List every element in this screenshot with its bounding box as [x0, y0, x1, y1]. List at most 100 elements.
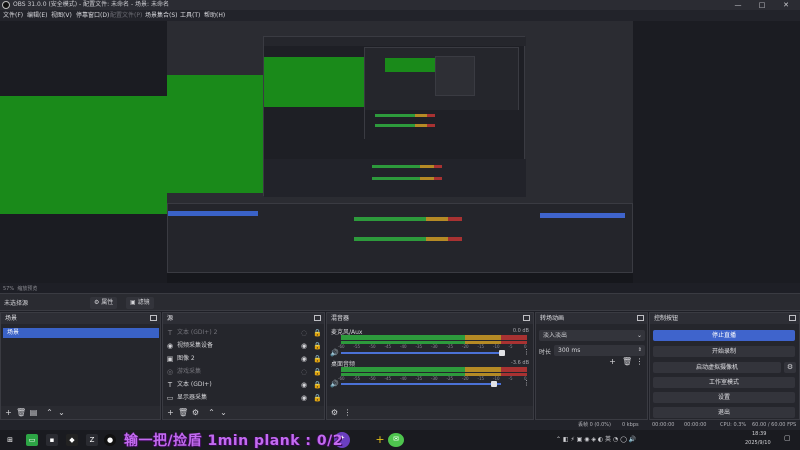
source-toolbar: 未选择源 ⚙ 属性 ▣ 滤镜	[0, 293, 800, 311]
properties-button[interactable]: ⚙ 属性	[90, 297, 118, 309]
mixer-menu-icon[interactable]: ⋮	[523, 348, 530, 356]
menu-scene-collection[interactable]: 场景集合(S)	[145, 10, 178, 21]
source-item-text[interactable]: T 文本 (GDI+) ◉ 🔒	[165, 379, 324, 391]
windows-start-icon[interactable]: ⊞	[4, 434, 16, 446]
lock-icon[interactable]: 🔒	[313, 392, 322, 404]
menu-docks[interactable]: 停靠窗口(D)	[76, 10, 109, 21]
window-title: OBS 31.0.0 (安全模式) - 配置文件: 未命名 - 场景: 未命名	[13, 1, 169, 8]
exit-button[interactable]: 退出	[653, 407, 795, 418]
move-down-icon[interactable]: ⌄	[219, 408, 228, 417]
menu-bar: 文件(F) 编辑(E) 视图(V) 停靠窗口(D) 配置文件(P) 场景集合(S…	[0, 10, 800, 21]
source-item-camera[interactable]: ◉ 视频采集设备 ◉ 🔒	[165, 340, 324, 352]
speaker-icon[interactable]: 🔊	[330, 349, 339, 357]
minimize-button[interactable]: —	[728, 0, 748, 10]
undock-icon[interactable]	[637, 315, 644, 321]
app-icon[interactable]: ▭	[26, 434, 38, 446]
mixer-tick-label: -5	[508, 344, 513, 349]
settings-button[interactable]: 设置	[653, 392, 795, 403]
menu-view[interactable]: 视图(V)	[51, 10, 72, 21]
gear-icon[interactable]: ⚙	[330, 408, 339, 417]
transitions-header: 转场动画	[536, 313, 647, 324]
source-item-text-2[interactable]: T 文本 (GDI+) 2 ◌ 🔒	[165, 327, 324, 339]
trash-icon[interactable]: 🗑	[622, 357, 632, 366]
undock-icon[interactable]	[523, 315, 530, 321]
maximize-button[interactable]: □	[752, 0, 772, 10]
mixer-channel-desktop-db: -3.6 dB	[511, 360, 529, 366]
stepper-icon[interactable]: ⇕	[638, 345, 642, 356]
add-icon[interactable]: +	[166, 408, 175, 417]
menu-file[interactable]: 文件(F)	[3, 10, 23, 21]
undock-icon[interactable]	[789, 315, 796, 321]
mixer-dock: 混音器 麦克风/Aux 0.0 dB -60 -55 -50 -45 -40 -35 -30…	[326, 312, 534, 420]
sources-dock: 源 T 文本 (GDI+) 2 ◌ 🔒 ◉ 视频采集设备 ◉ 🔒 ▣ 图像 2 …	[162, 312, 325, 420]
stop-stream-button[interactable]: 停止直播	[653, 330, 795, 341]
eye-icon[interactable]: ◉	[301, 392, 307, 404]
mixer-tick-label: -40	[400, 344, 407, 349]
menu-help[interactable]: 帮助(H)	[204, 10, 225, 21]
duration-label: 时长	[539, 349, 552, 356]
mic-volume-slider[interactable]	[341, 352, 501, 354]
scenes-header: 场景	[1, 313, 160, 324]
menu-profile[interactable]: 配置文件(P)	[110, 10, 142, 21]
source-item-display-capture[interactable]: ▭ 显示器采集 ◉ 🔒	[165, 392, 324, 404]
notification-icon[interactable]: ▢	[784, 434, 791, 442]
app-icon[interactable]: Z	[86, 434, 98, 446]
desktop-tick-row: -60 -55 -50 -45 -40 -35 -30 -25 -20 -15 -10 -5 0	[338, 376, 527, 381]
preview-canvas[interactable]	[167, 21, 633, 283]
mixer-menu-icon[interactable]: ⋮	[523, 379, 530, 387]
cpu-usage: CPU: 0.3%	[720, 422, 747, 428]
mixer-tick-label: -20	[462, 376, 469, 381]
scene-item[interactable]: 场景	[3, 328, 159, 338]
gear-icon[interactable]: ⚙	[784, 362, 796, 373]
menu-edit[interactable]: 编辑(E)	[27, 10, 47, 21]
mixer-tick-label: -55	[353, 376, 361, 381]
preview-area[interactable]	[0, 21, 800, 283]
speaker-icon[interactable]: 🔊	[330, 380, 339, 388]
add-icon[interactable]: +	[608, 357, 617, 366]
add-icon[interactable]: +	[4, 408, 13, 417]
move-down-icon[interactable]: ⌄	[57, 408, 66, 417]
lock-icon[interactable]: 🔒	[313, 366, 322, 378]
eye-hidden-icon[interactable]: ◌	[301, 366, 307, 378]
filter-icon[interactable]: ▤	[29, 408, 38, 417]
trash-icon[interactable]: 🗑	[16, 408, 26, 417]
eye-icon[interactable]: ◉	[301, 340, 307, 352]
lock-icon[interactable]: 🔒	[313, 340, 322, 352]
menu-tools[interactable]: 工具(T)	[180, 10, 200, 21]
duration-input[interactable]: 300 ms ⇕	[554, 345, 645, 356]
lock-icon[interactable]: 🔒	[313, 353, 322, 365]
mixer-header: 混音器	[327, 313, 533, 324]
undock-icon[interactable]	[314, 315, 321, 321]
source-item-game-capture[interactable]: ◎ 游戏采集 ◌ 🔒	[165, 366, 324, 378]
tray-icons[interactable]: ⌃ ◧ ⚡ ▣ ◉ ◈ ◐ 英 ◔ ◯ 🔊	[556, 434, 636, 443]
source-item-image-2[interactable]: ▣ 图像 2 ◉ 🔒	[165, 353, 324, 365]
text-icon: T	[167, 381, 173, 389]
trash-icon[interactable]: 🗑	[178, 408, 188, 417]
gear-icon[interactable]: ⚙	[191, 408, 200, 417]
move-up-icon[interactable]: ⌃	[45, 408, 54, 417]
start-record-button[interactable]: 开始录制	[653, 346, 795, 357]
more-icon[interactable]: ⋮	[635, 357, 644, 366]
eye-hidden-icon[interactable]: ◌	[301, 327, 307, 339]
app-icon[interactable]: ▪	[46, 434, 58, 446]
eye-icon[interactable]: ◉	[301, 353, 307, 365]
undock-icon[interactable]	[150, 315, 157, 321]
desktop-volume-slider[interactable]	[341, 383, 501, 385]
transition-select[interactable]: 淡入淡出 ⌄	[539, 330, 645, 341]
obs-taskbar-icon[interactable]: ●	[104, 434, 116, 446]
filters-button[interactable]: ▣ 滤镜	[126, 297, 154, 309]
lock-icon[interactable]: 🔒	[313, 379, 322, 391]
move-up-icon[interactable]: ⌃	[207, 408, 216, 417]
lock-icon[interactable]: 🔒	[313, 327, 322, 339]
mixer-tick-label: -55	[353, 344, 361, 349]
mic-volume-knob[interactable]	[499, 350, 505, 356]
eye-icon[interactable]: ◉	[301, 379, 307, 391]
app-icon[interactable]: ◆	[66, 434, 78, 446]
desktop-volume-knob[interactable]	[491, 381, 497, 387]
more-icon[interactable]: ⋮	[343, 408, 352, 417]
green-block	[207, 117, 263, 135]
scenes-dock: 场景 场景 + 🗑 ▤ ⌃ ⌄	[0, 312, 161, 420]
start-virtual-camera-button[interactable]: 启动虚拟摄像机	[653, 362, 781, 373]
close-button[interactable]: ✕	[776, 0, 796, 10]
studio-mode-button[interactable]: 工作室模式	[653, 377, 795, 388]
